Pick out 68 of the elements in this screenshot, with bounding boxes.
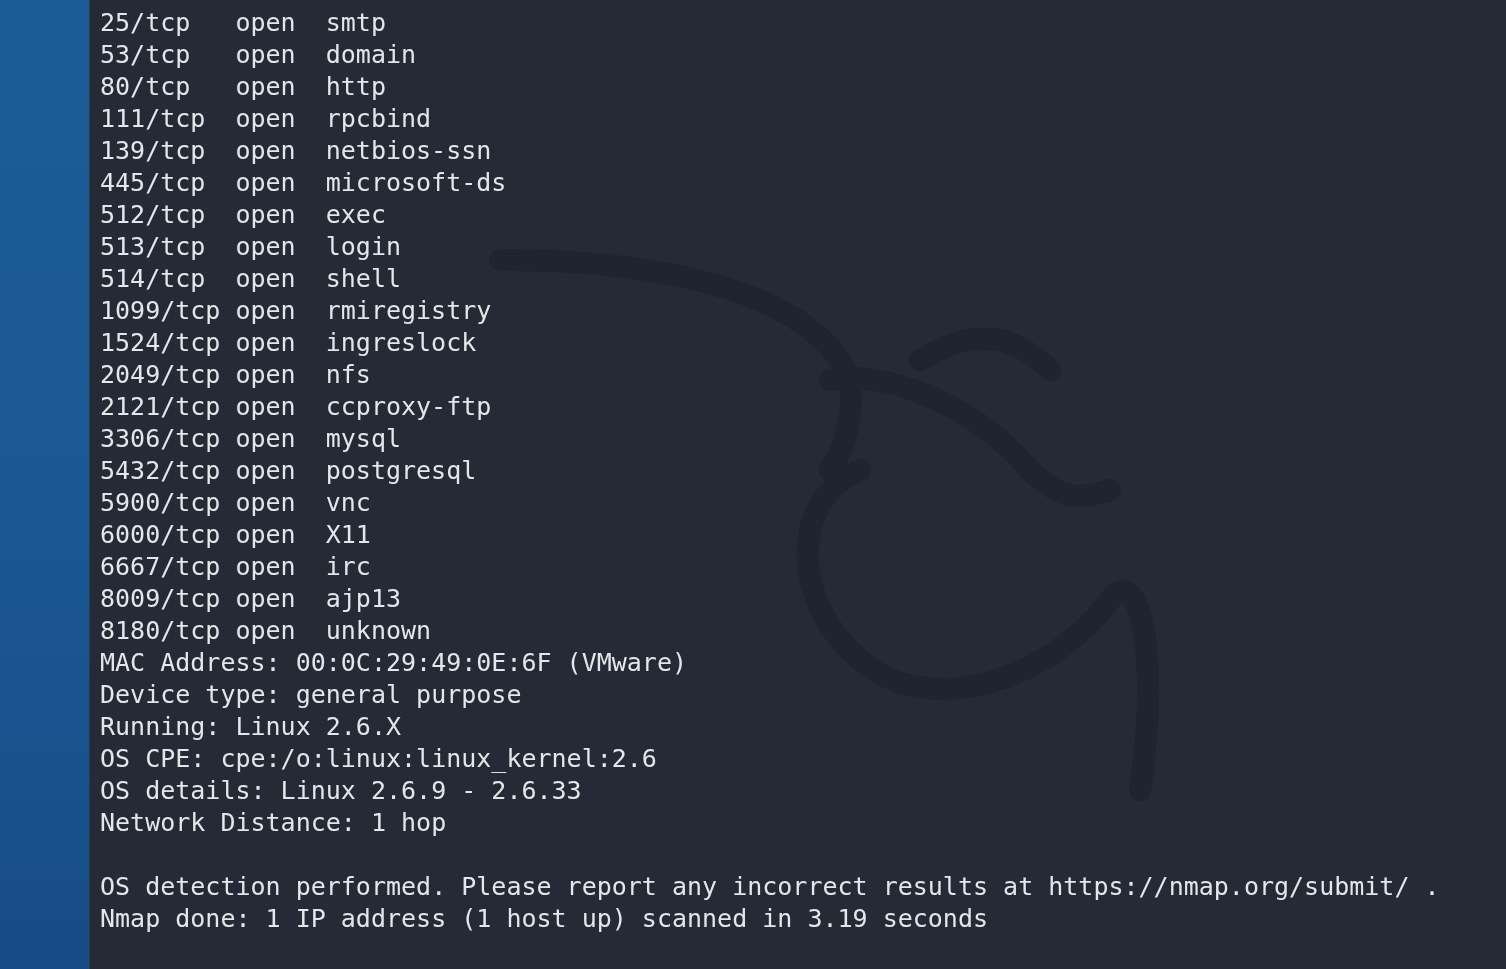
port-state: open	[235, 232, 296, 261]
port-number: 1099/tcp	[100, 296, 221, 325]
terminal-output-line: Nmap done: 1 IP address (1 host up) scanned in 3.19 seconds	[100, 903, 989, 935]
port-number: 25/tcp	[100, 8, 191, 37]
service-name: smtp	[325, 7, 386, 39]
scan-detail-line: OS details: Linux 2.6.9 - 2.6.33	[100, 775, 582, 807]
service-name: rmiregistry	[325, 295, 492, 327]
port-state: open	[235, 424, 296, 453]
port-number: 2121/tcp	[100, 392, 221, 421]
service-name: mysql	[325, 423, 401, 455]
port-state: open	[235, 296, 296, 325]
port-number: 5432/tcp	[100, 456, 221, 485]
port-number: 445/tcp	[100, 168, 206, 197]
service-name: shell	[325, 263, 401, 295]
scan-detail-line: OS CPE: cpe:/o:linux:linux_kernel:2.6	[100, 743, 657, 775]
service-name: http	[325, 71, 386, 103]
port-state: open	[235, 392, 296, 421]
scan-detail-line: Device type: general purpose	[100, 679, 522, 711]
port-state: open	[235, 104, 296, 133]
port-number: 80/tcp	[100, 72, 191, 101]
port-number: 5900/tcp	[100, 488, 221, 517]
port-number: 1524/tcp	[100, 328, 221, 357]
scan-detail-line: Network Distance: 1 hop	[100, 807, 447, 839]
port-number: 139/tcp	[100, 136, 206, 165]
service-name: netbios-ssn	[325, 135, 492, 167]
port-number: 53/tcp	[100, 40, 191, 69]
port-number: 111/tcp	[100, 104, 206, 133]
port-number: 514/tcp	[100, 264, 206, 293]
port-state: open	[235, 40, 296, 69]
port-state: open	[235, 552, 296, 581]
port-state: open	[235, 456, 296, 485]
service-name: ajp13	[325, 583, 401, 615]
port-state: open	[235, 584, 296, 613]
service-name: ingreslock	[325, 327, 477, 359]
service-name: vnc	[325, 487, 371, 519]
port-state: open	[235, 264, 296, 293]
port-state: open	[235, 200, 296, 229]
service-name: ccproxy-ftp	[325, 391, 492, 423]
port-state: open	[235, 520, 296, 549]
port-number: 3306/tcp	[100, 424, 221, 453]
service-name: postgresql	[325, 455, 477, 487]
service-name: unknown	[325, 615, 432, 647]
port-number: 8009/tcp	[100, 584, 221, 613]
port-state: open	[235, 136, 296, 165]
port-state: open	[235, 360, 296, 389]
service-name: irc	[325, 551, 371, 583]
service-name: microsoft-ds	[325, 167, 507, 199]
port-number: 6667/tcp	[100, 552, 221, 581]
service-name: rpcbind	[325, 103, 432, 135]
service-name: login	[325, 231, 401, 263]
terminal-output-line: OS detection performed. Please report any incorrect results at https://nmap.org/submit/ .	[100, 871, 1440, 903]
port-state: open	[235, 488, 296, 517]
port-number: 8180/tcp	[100, 616, 221, 645]
port-state: open	[235, 8, 296, 37]
service-name: exec	[325, 199, 386, 231]
port-number: 6000/tcp	[100, 520, 221, 549]
port-number: 2049/tcp	[100, 360, 221, 389]
port-state: open	[235, 616, 296, 645]
port-number: 513/tcp	[100, 232, 206, 261]
service-name: nfs	[325, 359, 371, 391]
port-state: open	[235, 328, 296, 357]
port-state: open	[235, 72, 296, 101]
scan-detail-line: Running: Linux 2.6.X	[100, 711, 402, 743]
service-name: X11	[325, 519, 371, 551]
port-state: open	[235, 168, 296, 197]
port-number: 512/tcp	[100, 200, 206, 229]
service-name: domain	[325, 39, 417, 71]
scan-detail-line: MAC Address: 00:0C:29:49:0E:6F (VMware)	[100, 647, 687, 679]
